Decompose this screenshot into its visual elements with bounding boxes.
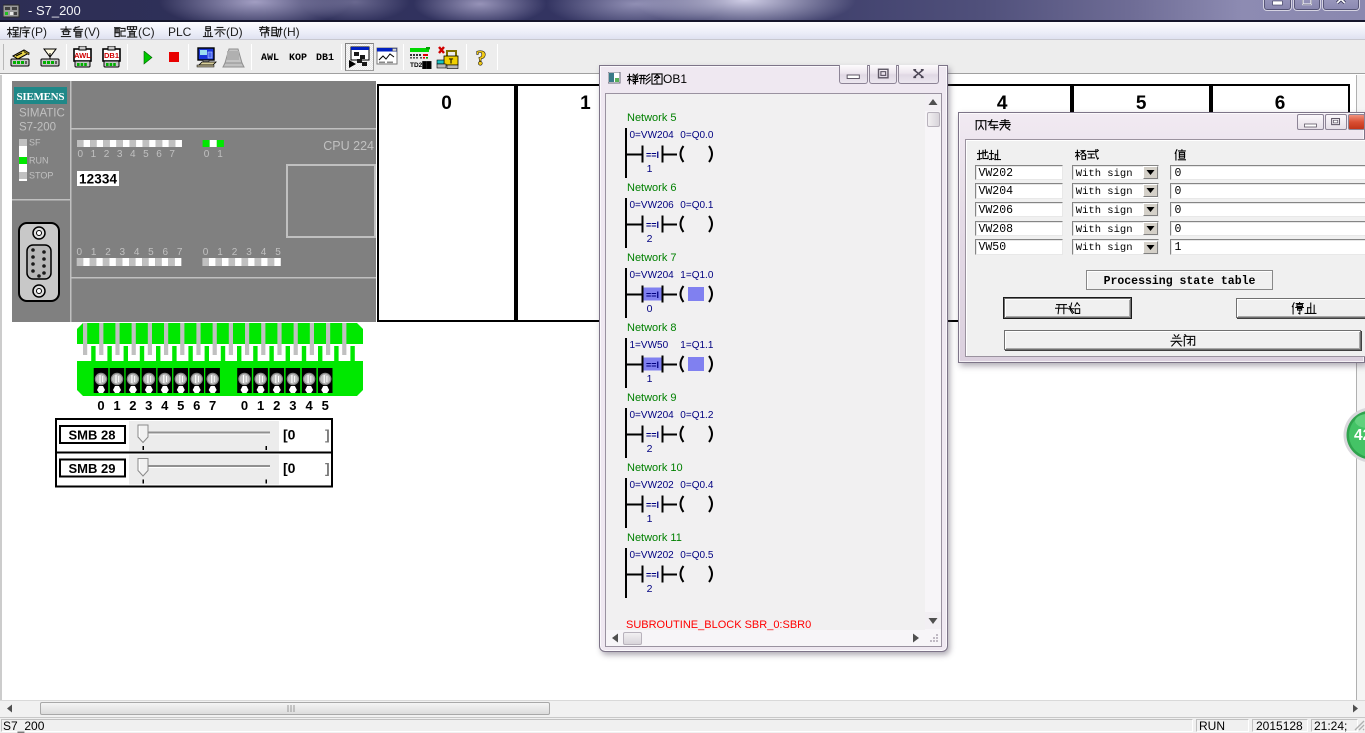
svg-text:==I: ==I (646, 500, 659, 510)
svg-text:TD2██: TD2██ (410, 61, 432, 69)
svg-text:0=Q0.4: 0=Q0.4 (680, 480, 714, 491)
svg-text:2: 2 (647, 443, 653, 455)
svg-text:[0: [0 (283, 460, 296, 476)
svg-text:0: 0 (647, 303, 653, 315)
svg-text:1: 1 (647, 373, 653, 385)
svg-text:4: 4 (261, 247, 267, 258)
svg-text:0=Q0.0: 0=Q0.0 (680, 130, 714, 141)
svg-text:2: 2 (232, 247, 238, 258)
svg-text:SMB 28: SMB 28 (69, 428, 116, 443)
svg-text:0: 0 (241, 398, 248, 413)
svg-text:1: 1 (91, 247, 97, 258)
svg-text:CPU 224: CPU 224 (323, 139, 374, 153)
svg-text:4: 4 (134, 247, 140, 258)
svg-text:AWL: AWL (74, 51, 91, 60)
svg-text:1=VW50: 1=VW50 (630, 340, 669, 351)
svg-text:SUBROUTINE_BLOCK SBR_0:SBR0: SUBROUTINE_BLOCK SBR_0:SBR0 (626, 619, 811, 631)
svg-text:T: T (449, 59, 454, 66)
svg-text:1=Q1.0: 1=Q1.0 (680, 270, 714, 281)
svg-text:SIMATIC: SIMATIC (19, 108, 65, 120)
svg-text:0=Q0.1: 0=Q0.1 (680, 200, 714, 211)
svg-text:5: 5 (143, 149, 149, 160)
svg-text:==I: ==I (646, 150, 659, 160)
svg-text:0: 0 (78, 149, 84, 160)
svg-text:==I: ==I (646, 360, 659, 370)
svg-text:7: 7 (169, 149, 175, 160)
svg-text:[0: [0 (283, 427, 296, 443)
svg-text:7: 7 (177, 247, 183, 258)
svg-text:1: 1 (217, 247, 223, 258)
svg-text:SF: SF (29, 138, 41, 148)
svg-text:RUN: RUN (29, 156, 49, 166)
svg-text:7: 7 (209, 398, 216, 413)
svg-text:3: 3 (145, 398, 152, 413)
svg-text:1: 1 (647, 513, 653, 525)
svg-text:2: 2 (647, 233, 653, 245)
svg-text:1: 1 (647, 163, 653, 175)
svg-text:6: 6 (163, 247, 169, 258)
svg-text:3: 3 (117, 149, 123, 160)
svg-text:0: 0 (203, 247, 209, 258)
svg-text:==I: ==I (646, 220, 659, 230)
svg-text:3: 3 (246, 247, 252, 258)
svg-text:Network 10: Network 10 (627, 462, 683, 474)
svg-text:4: 4 (161, 398, 169, 413)
svg-text:]: ] (325, 460, 330, 476)
svg-text:0=VW204: 0=VW204 (630, 130, 675, 141)
svg-text:0=Q0.5: 0=Q0.5 (680, 550, 714, 561)
svg-text:3: 3 (289, 398, 296, 413)
svg-text:4: 4 (130, 149, 136, 160)
svg-text:6: 6 (156, 149, 162, 160)
svg-text:12334: 12334 (79, 172, 117, 187)
svg-text:4: 4 (305, 398, 313, 413)
svg-text:0=VW202: 0=VW202 (630, 480, 675, 491)
svg-text:]: ] (325, 427, 330, 443)
svg-text:0=VW202: 0=VW202 (630, 550, 675, 561)
svg-text:Network 9: Network 9 (627, 392, 677, 404)
svg-text:SMB 29: SMB 29 (69, 461, 116, 476)
svg-text:1: 1 (91, 149, 97, 160)
svg-text:0=VW206: 0=VW206 (630, 200, 675, 211)
svg-text:S7-200: S7-200 (19, 122, 56, 134)
svg-text:Network 5: Network 5 (627, 112, 677, 124)
svg-text:3: 3 (120, 247, 126, 258)
svg-text:5: 5 (322, 398, 329, 413)
svg-text:0: 0 (77, 247, 83, 258)
svg-text:==I: ==I (646, 570, 659, 580)
svg-text:2: 2 (105, 247, 111, 258)
svg-text:42: 42 (1354, 427, 1365, 444)
svg-text:2: 2 (273, 398, 280, 413)
svg-text:6: 6 (193, 398, 200, 413)
svg-text:0: 0 (204, 149, 210, 160)
svg-text:==I: ==I (646, 430, 659, 440)
svg-text:1: 1 (113, 398, 120, 413)
svg-text:2: 2 (647, 583, 653, 595)
svg-text:1: 1 (217, 149, 223, 160)
svg-text:STOP: STOP (29, 171, 53, 181)
svg-text:5: 5 (275, 247, 281, 258)
svg-text:0=Q1.2: 0=Q1.2 (680, 410, 714, 421)
svg-text:DB1: DB1 (104, 51, 119, 60)
svg-text:0: 0 (97, 398, 104, 413)
svg-text:Network 8: Network 8 (627, 322, 677, 334)
svg-text:1: 1 (257, 398, 264, 413)
svg-text:Network 6: Network 6 (627, 182, 677, 194)
svg-text:0=VW204: 0=VW204 (630, 410, 675, 421)
svg-text:==I: ==I (646, 290, 659, 300)
svg-text:Network 7: Network 7 (627, 252, 677, 264)
svg-text:2: 2 (129, 398, 136, 413)
svg-text:1=Q1.1: 1=Q1.1 (680, 340, 714, 351)
svg-text:2: 2 (104, 149, 110, 160)
svg-text:5: 5 (177, 398, 184, 413)
svg-text:SIEMENS: SIEMENS (17, 91, 65, 103)
svg-text:Network 11: Network 11 (627, 532, 682, 544)
svg-text:0=VW204: 0=VW204 (630, 270, 675, 281)
svg-text:?: ? (476, 47, 487, 69)
svg-text:5: 5 (148, 247, 154, 258)
